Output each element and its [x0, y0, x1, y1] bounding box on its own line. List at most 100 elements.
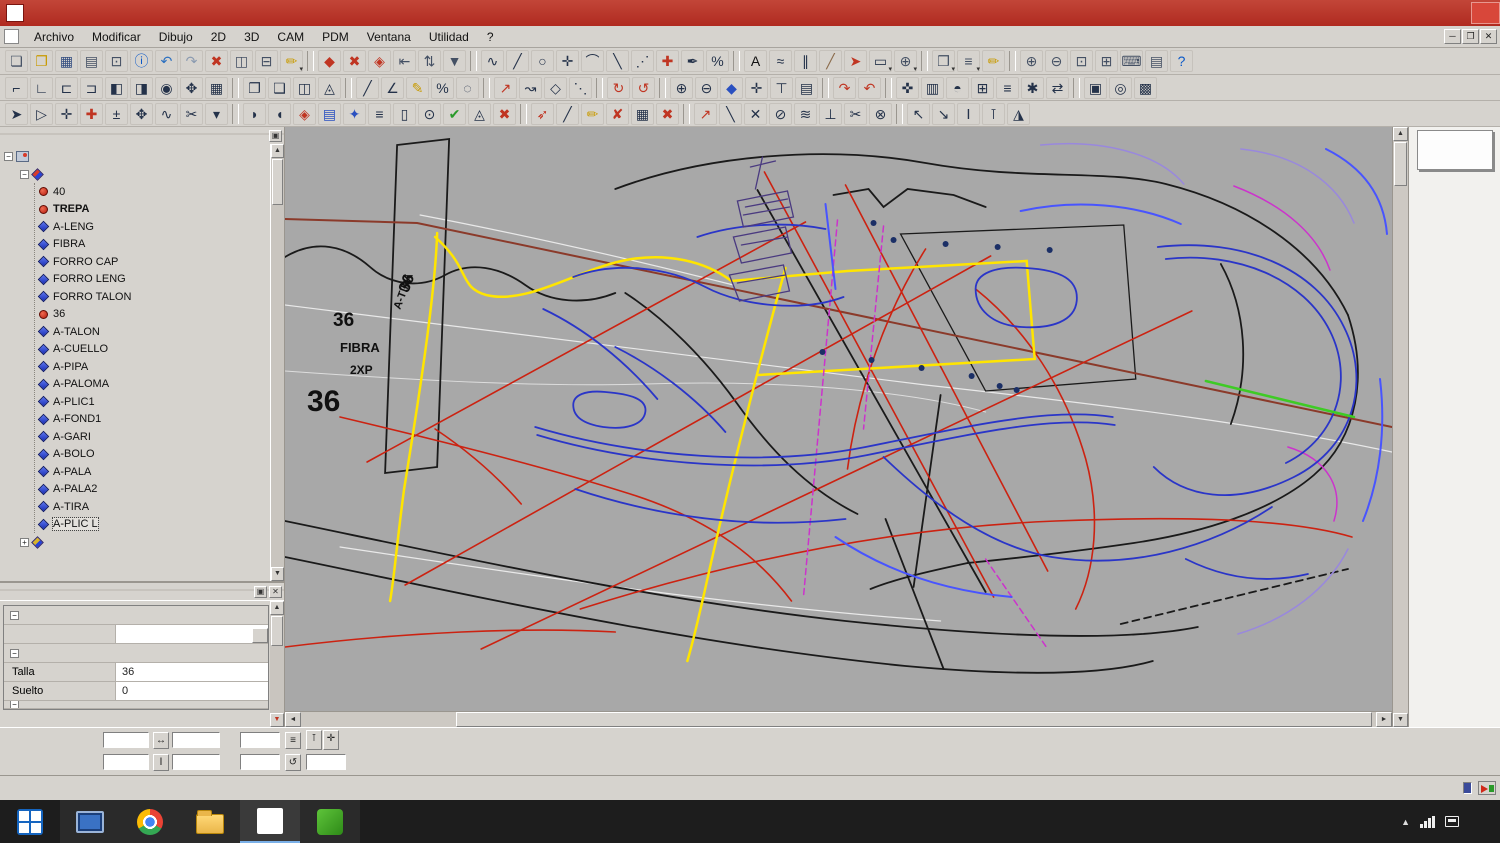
- grid-fill-icon[interactable]: ▦: [205, 76, 228, 99]
- new-file-icon[interactable]: ❏: [5, 50, 28, 72]
- diamond-marker-icon[interactable]: ◆: [318, 50, 341, 72]
- taskbar-naxos-button[interactable]: [240, 800, 300, 843]
- copy-icon[interactable]: ◫: [230, 50, 253, 72]
- crosshair-icon[interactable]: ✜: [896, 76, 919, 99]
- pencil-icon[interactable]: ✎: [406, 76, 429, 99]
- cancel-icon[interactable]: ✖: [343, 50, 366, 72]
- ibeam-icon[interactable]: Ⅰ: [957, 102, 980, 125]
- paste-page-icon[interactable]: ❑: [268, 76, 291, 99]
- split-box-icon[interactable]: ◫: [293, 76, 316, 99]
- rotate-cw-icon[interactable]: ↻: [607, 76, 630, 99]
- vertical-scrollbar[interactable]: ▲ ▼: [1392, 127, 1408, 727]
- circle-minus-icon[interactable]: ⊖: [695, 76, 718, 99]
- select-icon[interactable]: ➤: [5, 102, 28, 125]
- delete-node-icon[interactable]: ✖: [493, 102, 516, 125]
- diagonal-icon[interactable]: ╲: [719, 102, 742, 125]
- dropdown-arrow-icon[interactable]: ▾: [951, 65, 955, 73]
- menu-item[interactable]: 2D: [202, 28, 235, 46]
- tree-item[interactable]: A-PLIC1: [37, 393, 284, 411]
- rotate-ccw-icon[interactable]: ↺: [632, 76, 655, 99]
- wavy-arrow-icon[interactable]: ↝: [519, 76, 542, 99]
- dotted-circle-icon[interactable]: ◌: [456, 76, 479, 99]
- plus-box-icon[interactable]: ⊞: [971, 76, 994, 99]
- menu-item[interactable]: PDM: [313, 28, 358, 46]
- arrow-marker-icon[interactable]: ➤: [844, 50, 867, 72]
- menu-lines-icon[interactable]: ≡: [996, 76, 1019, 99]
- scroll-down-icon[interactable]: ▼: [1393, 713, 1408, 727]
- hidden-icons-icon[interactable]: ▲: [1401, 817, 1410, 827]
- corner-nw-icon[interactable]: ↖: [907, 102, 930, 125]
- y-coordinate-input[interactable]: [103, 754, 149, 770]
- tool-item[interactable]: [1409, 212, 1500, 235]
- snap-right-icon[interactable]: ✛: [323, 730, 339, 750]
- snap-left-icon[interactable]: ⊺: [306, 730, 322, 750]
- sort-icon[interactable]: ⇅: [418, 50, 441, 72]
- triangle-tool-icon[interactable]: ◬: [468, 102, 491, 125]
- width-input[interactable]: [172, 732, 220, 748]
- smooth-curve-icon[interactable]: ∿: [155, 102, 178, 125]
- document-icon[interactable]: [4, 29, 19, 44]
- display-icon[interactable]: [1445, 816, 1459, 827]
- tree-item[interactable]: FIBRA: [37, 236, 284, 254]
- diamond-outline-icon[interactable]: ◈: [368, 50, 391, 72]
- menu-item[interactable]: Utilidad: [420, 28, 478, 46]
- blue-diamond-icon[interactable]: ◆: [720, 76, 743, 99]
- play-left-icon[interactable]: ◖: [268, 102, 291, 125]
- text-wave-icon[interactable]: ≈: [769, 50, 792, 72]
- taskbar-explorer-button[interactable]: [180, 800, 240, 843]
- dock-panel-icon[interactable]: ▣: [254, 585, 267, 598]
- vlines-box-icon[interactable]: ▥: [921, 76, 944, 99]
- prism-icon[interactable]: ◮: [1007, 102, 1030, 125]
- shade-box-icon[interactable]: ▩: [1134, 76, 1157, 99]
- angle-measure-icon[interactable]: ∠: [381, 76, 404, 99]
- restore-button[interactable]: [1442, 2, 1471, 24]
- asterisk-icon[interactable]: ✱: [1021, 76, 1044, 99]
- circle-icon[interactable]: ○: [531, 50, 554, 72]
- expand-3d-icon[interactable]: +: [20, 537, 29, 547]
- hatch-fill-icon[interactable]: ▤: [318, 102, 341, 125]
- tree-item[interactable]: A-PALOMA: [37, 376, 284, 394]
- star-marker-icon[interactable]: ✦: [343, 102, 366, 125]
- plus-minus-icon[interactable]: ±: [105, 102, 128, 125]
- cut-curve-icon[interactable]: ✂: [180, 102, 203, 125]
- menu-item[interactable]: Dibujo: [150, 28, 202, 46]
- triangle-dot-icon[interactable]: ◬: [318, 76, 341, 99]
- mode-indicator[interactable]: [1461, 782, 1472, 794]
- zoom-all-icon[interactable]: ⊞: [1095, 50, 1118, 72]
- help-icon[interactable]: ?: [1170, 50, 1193, 72]
- scissors-2-icon[interactable]: ✂: [844, 102, 867, 125]
- window-view-icon[interactable]: ❒ ▾: [932, 50, 955, 73]
- menu-item[interactable]: Ventana: [358, 28, 420, 46]
- scroll-up-icon[interactable]: ▲: [270, 601, 284, 615]
- ratio-icon[interactable]: %: [706, 50, 729, 72]
- tree-item[interactable]: A-PALA: [37, 463, 284, 481]
- scroll-down-icon[interactable]: ▼: [271, 567, 284, 581]
- slant-line-icon[interactable]: ╱: [356, 76, 379, 99]
- scale-y-input[interactable]: [240, 754, 280, 770]
- arc-icon[interactable]: ⌒: [581, 50, 604, 72]
- corner-se-icon[interactable]: ↘: [932, 102, 955, 125]
- corner-indicator-icon[interactable]: [1478, 781, 1496, 795]
- tee-up-icon[interactable]: ⊤: [770, 76, 793, 99]
- perpendicular-icon[interactable]: ⊥: [819, 102, 842, 125]
- mdi-restore-button[interactable]: ❐: [1462, 29, 1479, 44]
- tree-item[interactable]: A-PALA2: [37, 481, 284, 499]
- dock-panel-icon[interactable]: ▣: [269, 129, 282, 142]
- red-diamond-icon[interactable]: ◈: [293, 102, 316, 125]
- list-lines-icon[interactable]: ≡: [368, 102, 391, 125]
- scroll-thumb[interactable]: [456, 712, 1372, 727]
- minimize-button[interactable]: [1413, 2, 1442, 24]
- dropdown-arrow-icon[interactable]: ▾: [888, 65, 892, 73]
- move-node-icon[interactable]: ✥: [130, 102, 153, 125]
- tree-item[interactable]: 36: [39, 306, 284, 324]
- pen-icon[interactable]: ✒: [681, 50, 704, 72]
- preview-icon[interactable]: ⊡: [105, 50, 128, 72]
- mode-toggle-box[interactable]: [1463, 782, 1472, 794]
- mdi-close-button[interactable]: ✕: [1480, 29, 1497, 44]
- snap-target-icon[interactable]: ⊕ ▾: [894, 50, 917, 73]
- layer-list-icon[interactable]: ≡ ▾: [957, 50, 980, 73]
- tree-item[interactable]: A-LENG: [37, 218, 284, 236]
- copy-page-icon[interactable]: ❐: [243, 76, 266, 99]
- zoom-window-icon[interactable]: ⊡: [1070, 50, 1093, 72]
- tangent-icon[interactable]: ╲: [606, 50, 629, 72]
